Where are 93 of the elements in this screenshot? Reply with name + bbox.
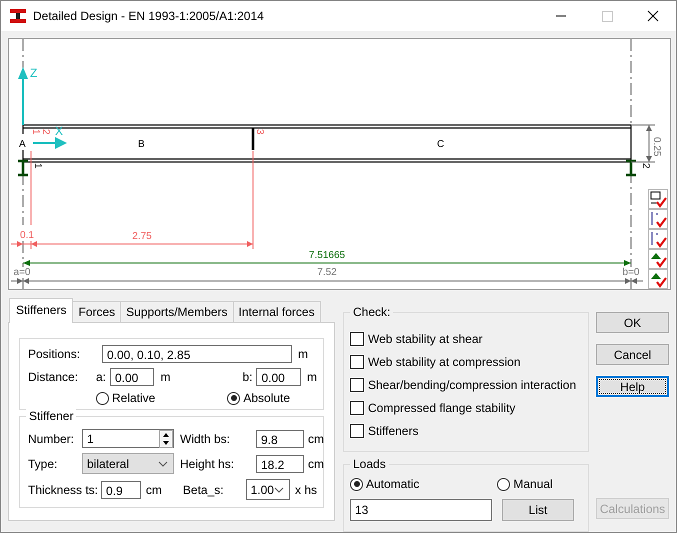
field-label: Number: <box>28 432 76 446</box>
view-toggle-button[interactable] <box>648 189 668 209</box>
group-title: Loads <box>350 457 389 471</box>
checkbox-label: Shear/bending/compression interaction <box>368 378 576 392</box>
checkbox-option[interactable]: Shear/bending/compression interaction <box>350 373 582 396</box>
spin-arrows-icon[interactable] <box>159 430 173 448</box>
unit-label: m <box>307 370 317 384</box>
stiffener-number: 3 <box>254 129 265 135</box>
field-label: Height hs: <box>180 456 236 470</box>
view-toggle-button[interactable] <box>648 209 668 229</box>
checkbox-label: Stiffeners <box>368 424 418 438</box>
window-title: Detailed Design - EN 1993-1:2005/A1:2014 <box>33 9 265 23</box>
axis-label: X <box>55 124 64 138</box>
segment-label: B <box>138 139 145 150</box>
beta-dropdown[interactable]: 1.00 <box>246 479 290 500</box>
load-cases-field[interactable]: 13 <box>350 499 492 521</box>
field-label: Type: <box>28 456 58 470</box>
support-number: 2 <box>640 163 651 169</box>
view-toggle-button[interactable] <box>648 249 668 269</box>
checkbox-label: Web stability at compression <box>368 354 521 368</box>
stiffener-number: 2 <box>40 129 51 135</box>
axis-label: Z <box>30 66 38 80</box>
tab[interactable]: Stiffeners <box>9 298 74 323</box>
dialog-button[interactable]: Cancel <box>596 344 669 365</box>
unit-label: cm <box>308 456 324 470</box>
unit-label: m <box>160 370 170 384</box>
group-title: Stiffener <box>26 409 76 423</box>
distance-field[interactable]: 0.00 <box>256 368 301 386</box>
dimension-label: 7.52 <box>317 267 337 278</box>
z-axis-arrow <box>18 67 28 125</box>
field-label: Beta_s: <box>182 482 225 496</box>
field-label: a: <box>96 370 106 384</box>
x-axis-arrow <box>33 137 67 149</box>
stiffener-number: 1 <box>30 129 41 135</box>
checkbox-label: Compressed flange stability <box>368 400 516 414</box>
radio-label: Absolute <box>243 391 290 405</box>
dimension-label: b=0 <box>622 267 640 278</box>
type-dropdown[interactable]: bilateral <box>82 453 174 474</box>
group-title: Check: <box>350 305 394 319</box>
dimension-label: 2.75 <box>132 231 152 242</box>
checkbox[interactable] <box>350 354 364 368</box>
unit-label: cm <box>146 482 162 496</box>
segment-label: C <box>437 139 444 150</box>
radio-option[interactable]: Absolute <box>227 391 290 405</box>
tab[interactable]: Internal forces <box>232 301 321 322</box>
chevron-down-icon <box>274 486 284 492</box>
radio-option[interactable]: Automatic <box>350 477 420 491</box>
field-label: Width bs: <box>180 432 232 446</box>
checkbox-option[interactable]: Stiffeners <box>350 419 582 442</box>
checkbox-option[interactable]: Web stability at compression <box>350 350 582 373</box>
field-label: b: <box>242 370 252 384</box>
view-toggle-button[interactable] <box>648 229 668 249</box>
dimension-line <box>630 124 656 162</box>
dimension-label: 0.1 <box>20 230 34 241</box>
unit-label: cm <box>308 432 324 446</box>
field-label: Thickness ts: <box>28 482 98 496</box>
height-field[interactable]: 18.2 <box>256 454 304 472</box>
radio-option[interactable]: Relative <box>96 391 156 405</box>
segment-label: A <box>19 139 26 150</box>
distance-field[interactable]: 0.00 <box>110 368 154 386</box>
width-field[interactable]: 9.8 <box>256 430 304 448</box>
view-toggle-button[interactable] <box>648 269 668 289</box>
dimension-label: a=0 <box>14 267 30 278</box>
checkbox[interactable] <box>350 424 364 438</box>
checkbox-option[interactable]: Web stability at shear <box>350 327 582 350</box>
checkbox[interactable] <box>350 378 364 392</box>
checkbox[interactable] <box>350 400 364 414</box>
dialog-button[interactable]: Help <box>596 376 669 397</box>
radio-button[interactable] <box>96 392 109 404</box>
number-spinner[interactable]: 1 <box>82 429 174 448</box>
radio-button[interactable] <box>350 478 363 490</box>
list-button[interactable]: List <box>502 499 574 521</box>
thickness-field[interactable]: 0.9 <box>101 480 141 498</box>
radio-label: Relative <box>112 391 156 405</box>
field-label: Positions: <box>28 347 82 361</box>
radio-label: Manual <box>513 477 553 491</box>
unit-label: x hs <box>294 482 317 496</box>
support-number: 1 <box>32 163 43 169</box>
radio-label: Automatic <box>366 477 420 491</box>
app-logo-icon <box>9 8 27 24</box>
radio-button[interactable] <box>227 392 240 404</box>
dimension-label: 7.51665 <box>308 250 346 261</box>
dialog-button[interactable]: OK <box>596 312 669 333</box>
checkbox-label: Web stability at shear <box>368 332 482 346</box>
unit-label: m <box>298 347 308 361</box>
field-label: Distance: <box>28 370 80 384</box>
checkbox[interactable] <box>350 332 364 346</box>
positions-field[interactable]: 0.00, 0.10, 2.85 <box>102 345 292 363</box>
dimension-label: 0.25 <box>651 137 662 156</box>
radio-button[interactable] <box>497 478 510 490</box>
chevron-down-icon <box>158 460 168 466</box>
radio-option[interactable]: Manual <box>497 477 553 491</box>
checkbox-option[interactable]: Compressed flange stability <box>350 396 582 419</box>
